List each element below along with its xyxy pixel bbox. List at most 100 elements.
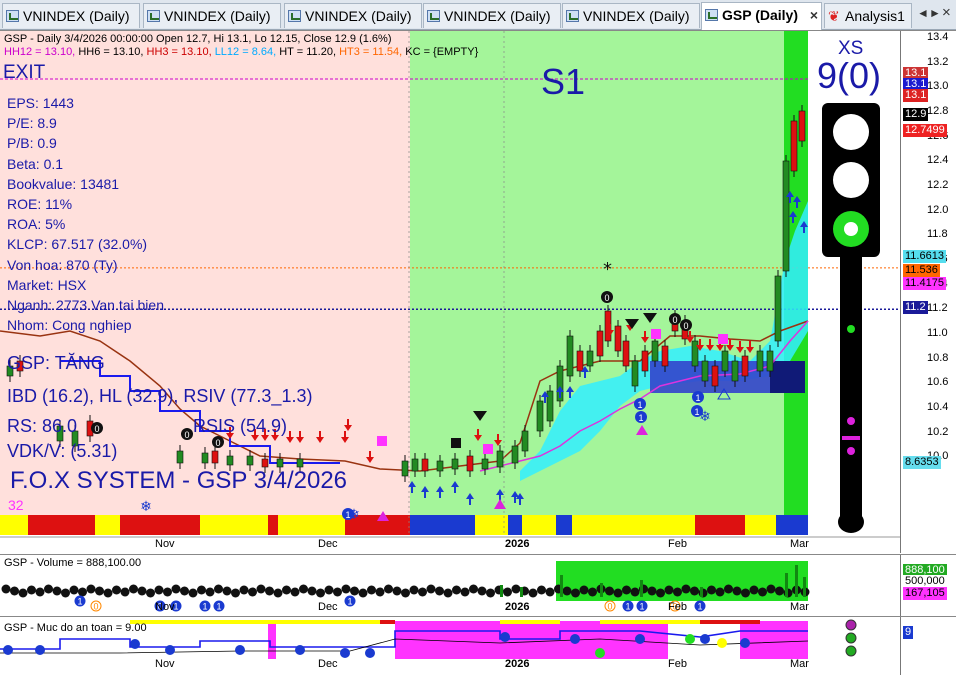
chart-icon	[427, 10, 440, 22]
exit-label: EXIT	[3, 62, 46, 83]
volume-dot	[69, 585, 79, 595]
tab-gsp-daily[interactable]: GSP (Daily) ×	[701, 2, 822, 30]
signal-circle-label: 0	[94, 424, 99, 434]
volume-dot	[605, 586, 614, 596]
tab-scroll-right-icon[interactable]: ►	[929, 6, 941, 20]
volume-signal-label: 1	[639, 602, 644, 612]
candle-body	[536, 400, 544, 432]
candle-body	[766, 350, 774, 372]
price-tag: 13.1	[903, 88, 929, 102]
volume-dot	[452, 585, 461, 595]
fundamental-item: Von hoa: 870 (Ty)	[7, 256, 118, 273]
volume-dot	[171, 584, 181, 594]
candle-body	[211, 450, 219, 464]
safety-dot	[700, 634, 710, 644]
candle-body	[521, 430, 529, 452]
traffic-pole	[840, 257, 862, 527]
y-tick-label: 10.8	[927, 351, 949, 364]
volume-dot	[673, 587, 682, 597]
y-tick-label: 13.2	[927, 55, 949, 68]
x-date-label: Nov	[155, 658, 175, 670]
y-tick-label: 10.6	[927, 376, 949, 389]
volume-dot	[35, 587, 45, 597]
volume-dot	[375, 587, 385, 597]
analysis-icon: ❦	[828, 8, 840, 24]
x-date-label: Mar	[790, 538, 809, 550]
volume-dot	[120, 587, 130, 597]
fundamental-item: ROA: 5%	[7, 216, 66, 233]
safety-level-panel[interactable]: GSP - Muc do an toan = 9.00 Nov Dec 2026 Fe…	[0, 616, 956, 675]
candle-body	[798, 110, 806, 142]
safety-dot-alt	[595, 648, 605, 658]
volume-dot	[61, 588, 70, 598]
signal-circle-label: 1	[637, 400, 642, 410]
volume-dot	[545, 587, 555, 597]
candle-body	[614, 325, 622, 352]
tab-vnindex-1[interactable]: VNINDEX (Daily)	[2, 3, 140, 28]
volume-dot	[724, 584, 733, 594]
y-tick-label: 12.8	[927, 104, 949, 117]
volume-signal-label: 0	[93, 602, 98, 612]
x-date-label: Feb	[668, 658, 687, 670]
signal-strip-segment	[556, 515, 572, 535]
blue-zone-dark	[770, 361, 805, 393]
volume-bar	[640, 580, 643, 597]
vdk-value: VDK/V: (5.31)	[7, 441, 118, 461]
safety-legend-dot	[845, 619, 857, 631]
safety-header: GSP - Muc do an toan = 9.00	[4, 622, 147, 634]
candle-body	[701, 360, 709, 382]
close-icon[interactable]: ×	[810, 3, 818, 27]
volume-dot	[350, 586, 359, 596]
volume-dot	[86, 584, 96, 594]
volume-dot	[528, 588, 538, 598]
close-window-icon[interactable]: ×	[942, 4, 951, 21]
volume-dot	[273, 588, 283, 598]
volume-dot	[392, 586, 402, 596]
chart-icon	[566, 10, 579, 22]
candle-body	[566, 335, 574, 377]
tab-vnindex-5[interactable]: VNINDEX (Daily)	[562, 3, 700, 28]
volume-dot	[477, 586, 487, 596]
volume-dot	[333, 587, 342, 597]
y-tick-label: 10.2	[927, 425, 949, 438]
volume-dot	[690, 586, 699, 596]
volume-dot	[622, 585, 631, 595]
volume-bar	[803, 577, 806, 597]
ibd-indicators: IBD (16.2), HL (32.9), RSIV (77.3_1.3)	[7, 386, 313, 406]
safety-dot	[295, 645, 305, 655]
tab-analysis1[interactable]: ❦ Analysis1	[824, 3, 912, 28]
volume-dot	[222, 586, 232, 596]
candle-body	[511, 445, 519, 464]
safety-dot	[500, 632, 510, 642]
level-ht3: HT3 = 11.54,	[339, 46, 403, 58]
level-hh6: HH6 = 13.10,	[78, 46, 144, 58]
y-tick-label: 12.0	[927, 203, 949, 216]
chart-header-ohlc: GSP - Daily 3/4/2026 00:00:00 Open 12.7,…	[4, 33, 392, 45]
candle-body	[731, 360, 739, 382]
tab-vnindex-2[interactable]: VNINDEX (Daily)	[143, 3, 281, 28]
candle-body	[466, 455, 474, 472]
x-date-label: Feb	[668, 601, 687, 613]
volume-dot	[27, 585, 36, 595]
safety-top-strip	[500, 620, 560, 624]
rsis-value: RSIS (54.9)	[193, 416, 288, 436]
fundamental-item: Bookvalue: 13481	[7, 175, 120, 192]
tab-vnindex-4[interactable]: VNINDEX (Daily)	[423, 3, 561, 28]
signal-circle-label: 1	[638, 413, 643, 423]
safety-top-strip	[130, 620, 380, 624]
fundamental-item: P/E: 8.9	[7, 115, 57, 132]
fox-system-title: F.O.X SYSTEM - GSP 3/4/2026	[10, 467, 348, 494]
tab-vnindex-3[interactable]: VNINDEX (Daily)	[284, 3, 422, 28]
price-tag: 12.9	[903, 108, 929, 122]
tab-scroll-left-icon[interactable]: ◄	[917, 6, 929, 20]
chart-tab-bar: VNINDEX (Daily) VNINDEX (Daily) VNINDEX …	[0, 0, 956, 30]
volume-dot	[180, 586, 189, 596]
safety-dot	[340, 648, 350, 658]
volume-dot	[418, 587, 427, 597]
fundamental-item: Nhom: Cong nghiep	[7, 317, 132, 334]
price-chart-panel[interactable]: 0 0 0 0 0 0 1 1 1 1 1 * ❄ ❄ ❄ GSP - Daily 3/4/2026 00:…	[0, 30, 956, 554]
volume-panel[interactable]: 100111101101 GSP - Volume = 888,100.00 N…	[0, 554, 956, 616]
volume-dot	[299, 584, 308, 594]
candle-body	[641, 350, 649, 372]
volume-dot	[384, 584, 393, 594]
